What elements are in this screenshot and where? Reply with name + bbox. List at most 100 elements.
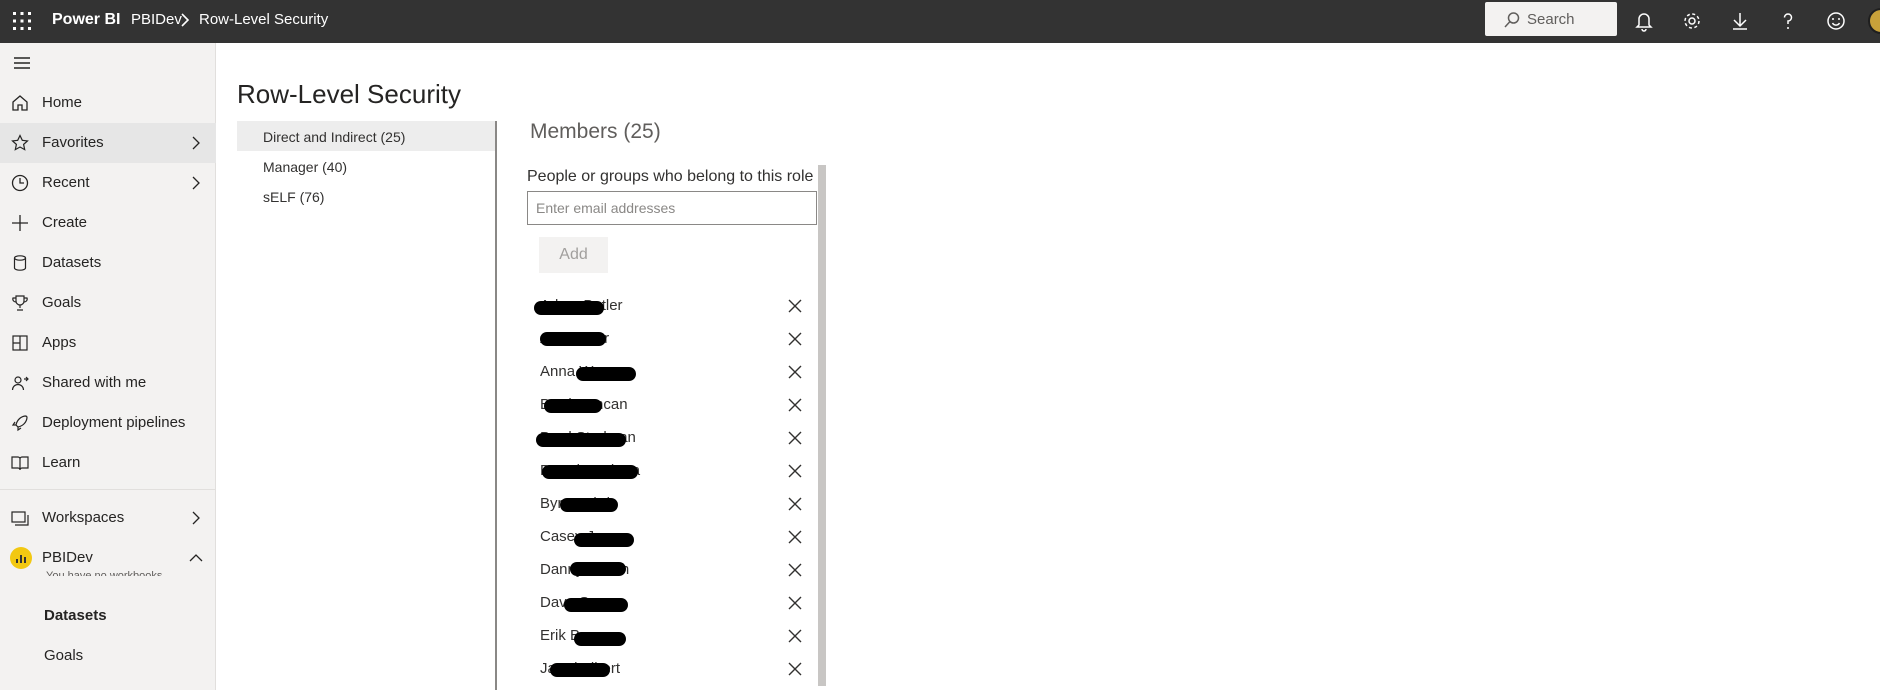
- smiley-icon[interactable]: [1823, 8, 1849, 34]
- sidebar-divider: [0, 489, 215, 490]
- sidebar-item-datasets[interactable]: Datasets: [0, 243, 216, 283]
- rocket-icon: [11, 415, 28, 432]
- redaction-mark: [540, 332, 606, 346]
- shared-icon: [11, 376, 29, 391]
- chevron-right-icon: [181, 13, 190, 27]
- sidebar-item-label: Deployment pipelines: [42, 414, 186, 431]
- redaction-mark: [574, 632, 626, 646]
- plus-icon: [12, 215, 28, 231]
- remove-member-icon[interactable]: [786, 462, 804, 480]
- waffle-icon[interactable]: [10, 9, 34, 33]
- chevron-right-icon[interactable]: [188, 510, 204, 526]
- sidebar-item-home[interactable]: Home: [0, 83, 216, 123]
- brand-name[interactable]: Power BI: [52, 11, 120, 29]
- role-label: sELF (76): [263, 189, 325, 205]
- remove-member-icon[interactable]: [786, 561, 804, 579]
- sidebar-item-label: Apps: [42, 334, 77, 351]
- sidebar-item-label: Favorites: [42, 134, 104, 151]
- remove-member-icon[interactable]: [786, 363, 804, 381]
- redaction-mark: [534, 301, 604, 315]
- redaction-mark: [550, 663, 610, 677]
- book-icon: [11, 456, 29, 471]
- breadcrumb-current: Row-Level Security: [199, 11, 329, 28]
- side-navigation: Home Favorites Recent Create Datasets Go…: [0, 43, 216, 690]
- remove-member-icon[interactable]: [786, 528, 804, 546]
- member-row: Jared Albert: [526, 654, 816, 686]
- clock-icon: [11, 174, 29, 192]
- sidebar-item-goals[interactable]: Goals: [0, 283, 216, 323]
- remove-member-icon[interactable]: [786, 297, 804, 315]
- sidebar-item-label: Recent: [42, 174, 90, 191]
- chevron-right-icon[interactable]: [188, 135, 204, 151]
- download-icon[interactable]: [1727, 8, 1753, 34]
- sidebar-item-shared-with-me[interactable]: Shared with me: [0, 363, 216, 403]
- sidebar-item-label: Datasets: [42, 254, 102, 271]
- email-input[interactable]: [527, 191, 817, 225]
- redaction-mark: [570, 562, 626, 576]
- redaction-mark: [576, 367, 636, 381]
- add-button[interactable]: Add: [539, 237, 608, 273]
- home-icon: [12, 95, 28, 111]
- role-item-self[interactable]: sELF (76): [237, 181, 495, 211]
- workspace-item-goals[interactable]: Goals: [44, 647, 83, 664]
- member-row: Brandon Shota: [526, 456, 816, 488]
- workspace-badge-icon: [10, 547, 32, 569]
- sidebar-item-recent[interactable]: Recent: [0, 163, 216, 203]
- remove-member-icon[interactable]: [786, 627, 804, 645]
- redaction-mark: [544, 399, 602, 413]
- roles-list: Direct and Indirect (25) Manager (40) sE…: [237, 121, 497, 690]
- workspace-name: PBIDev: [42, 549, 93, 566]
- member-row: Brad Duncan: [526, 390, 816, 422]
- hamburger-menu-icon[interactable]: [12, 53, 32, 73]
- redaction-mark: [564, 598, 628, 612]
- member-row: Brad Stedman: [526, 423, 816, 455]
- search-placeholder: Search: [1527, 11, 1575, 28]
- role-item-manager[interactable]: Manager (40): [237, 151, 495, 181]
- member-row: Erik Berger: [526, 621, 816, 653]
- remove-member-icon[interactable]: [786, 429, 804, 447]
- sidebar-item-label: Home: [42, 94, 83, 111]
- member-row: Byron Bird: [526, 489, 816, 521]
- member-row: Anna Warren: [526, 357, 816, 389]
- scrollbar[interactable]: [818, 165, 826, 686]
- report-icon: [16, 555, 26, 563]
- members-title: Members (25): [530, 120, 661, 143]
- redaction-mark: [574, 533, 634, 547]
- role-item-direct-and-indirect[interactable]: Direct and Indirect (25): [237, 121, 495, 151]
- sidebar-item-label: Shared with me: [42, 374, 147, 391]
- redaction-mark: [560, 498, 618, 512]
- apps-icon: [12, 335, 28, 351]
- role-label: Direct and Indirect (25): [263, 129, 406, 145]
- avatar[interactable]: [1868, 8, 1880, 34]
- breadcrumb-workspace[interactable]: PBIDev: [131, 11, 182, 28]
- chevron-right-icon[interactable]: [188, 175, 204, 191]
- sidebar-item-deployment-pipelines[interactable]: Deployment pipelines: [0, 403, 216, 443]
- members-panel: People or groups who belong to this role…: [526, 163, 826, 690]
- search-box[interactable]: Search: [1485, 2, 1617, 36]
- member-row: Adam Butler: [526, 291, 816, 323]
- remove-member-icon[interactable]: [786, 660, 804, 678]
- sidebar-item-label: Learn: [42, 454, 81, 471]
- remove-member-icon[interactable]: [786, 330, 804, 348]
- redaction-mark: [536, 433, 626, 447]
- sidebar-item-workspaces[interactable]: Workspaces: [0, 498, 216, 538]
- help-icon[interactable]: [1775, 8, 1801, 34]
- bell-icon[interactable]: [1631, 8, 1657, 34]
- workspace-item-datasets[interactable]: Datasets: [44, 607, 107, 624]
- member-row: Danny Bosch: [526, 555, 816, 587]
- chevron-up-icon[interactable]: [188, 550, 204, 566]
- workspace-hint: You have no workbooks: [46, 571, 162, 576]
- sidebar-item-favorites[interactable]: Favorites: [0, 123, 216, 163]
- sidebar-item-apps[interactable]: Apps: [0, 323, 216, 363]
- sidebar-item-label: Workspaces: [42, 509, 125, 526]
- sidebar-item-create[interactable]: Create: [0, 203, 216, 243]
- sidebar-item-learn[interactable]: Learn: [0, 443, 216, 483]
- sidebar-item-label: Goals: [42, 294, 82, 311]
- workspaces-icon: [11, 511, 29, 526]
- remove-member-icon[interactable]: [786, 495, 804, 513]
- gear-icon[interactable]: [1679, 8, 1705, 34]
- star-icon: [11, 134, 29, 151]
- remove-member-icon[interactable]: [786, 396, 804, 414]
- top-bar: Power BI PBIDev Row-Level Security Searc…: [0, 0, 1880, 43]
- remove-member-icon[interactable]: [786, 594, 804, 612]
